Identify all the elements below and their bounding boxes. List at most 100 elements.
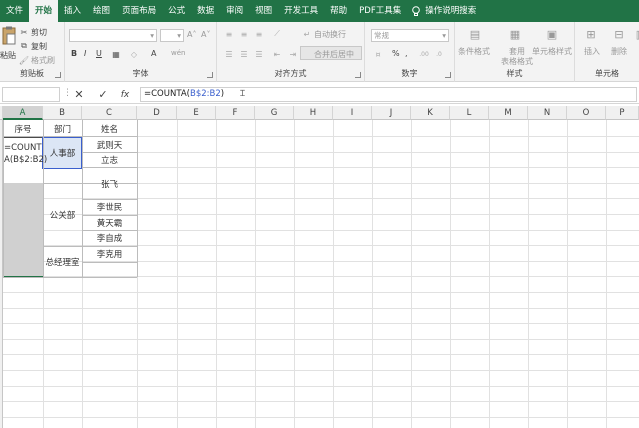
column-header-o[interactable]: O <box>567 106 606 120</box>
paste-button[interactable] <box>2 26 16 50</box>
increase-font-button[interactable]: A˄ <box>187 30 196 39</box>
align-left-icon[interactable]: ☰ <box>223 48 235 60</box>
name-box[interactable] <box>2 87 60 102</box>
menu-pdf-tools[interactable]: PDF工具集 <box>353 0 407 22</box>
format-table-sub: 表格格式 <box>501 57 533 66</box>
decrease-font-button[interactable]: A˅ <box>201 30 210 39</box>
column-header-a[interactable]: A <box>3 106 43 120</box>
column-header-g[interactable]: G <box>255 106 294 120</box>
number-format-dropdown[interactable]: 常规 ▾ <box>371 29 449 42</box>
phonetic-button[interactable]: wén <box>171 49 185 57</box>
border-icon[interactable]: ▦ <box>110 48 122 60</box>
column-header-n[interactable]: N <box>528 106 567 120</box>
grid-row-line <box>3 370 639 371</box>
cell-c1[interactable]: 姓名 <box>82 120 137 137</box>
currency-icon[interactable]: ¤ <box>372 48 384 60</box>
font-name-dropdown[interactable]: ▾ <box>69 29 157 42</box>
grid-row-line <box>3 308 639 309</box>
menu-bar: 文件 开始 插入 绘图 页面布局 公式 数据 审阅 视图 开发工具 帮助 PDF… <box>0 0 639 22</box>
decrease-decimal-icon[interactable]: .0 <box>433 48 445 60</box>
column-header-d[interactable]: D <box>137 106 177 120</box>
menu-draw[interactable]: 绘图 <box>87 0 116 22</box>
cell-styles-button[interactable]: 单元格样式 <box>532 46 572 57</box>
font-color-button[interactable]: A <box>151 49 156 58</box>
cell-c6[interactable]: 黄天霸 <box>82 215 137 230</box>
tell-me-search[interactable]: 操作说明搜索 <box>411 0 476 22</box>
align-bottom-icon[interactable]: ≡ <box>253 28 265 40</box>
menu-developer[interactable]: 开发工具 <box>278 0 324 22</box>
menu-review[interactable]: 审阅 <box>220 0 249 22</box>
menu-formulas[interactable]: 公式 <box>162 0 191 22</box>
cell-c2[interactable]: 武则天 <box>82 137 137 152</box>
worksheet[interactable]: A B C D E F G H I J K L M N O P 序号 部门 姓名… <box>0 106 639 428</box>
fill-color-icon[interactable]: ◇ <box>128 48 140 60</box>
column-header-f[interactable]: F <box>216 106 255 120</box>
insert-function-button[interactable]: fx <box>117 87 133 102</box>
clipboard-launcher-icon[interactable] <box>55 72 61 78</box>
column-header-c[interactable]: C <box>82 106 137 120</box>
font-launcher-icon[interactable] <box>207 72 213 78</box>
column-header-j[interactable]: J <box>372 106 411 120</box>
cell-a2-formula-line2: A(B$2:B2) <box>4 155 48 165</box>
alignment-group: ≡ ≡ ≡ ⟋ ☰ ☰ ☰ ⇤ ⇥ ↵ 自动换行 合并后居中 对齐方式 <box>217 22 365 82</box>
formula-input[interactable]: =COUNTA(B$2:B2) Ɪ <box>140 87 637 102</box>
column-header-m[interactable]: M <box>489 106 528 120</box>
menu-home[interactable]: 开始 <box>29 0 59 22</box>
merge-center-label: 合并后居中 <box>314 50 354 59</box>
grid-row-line <box>3 354 639 355</box>
cell-c4[interactable]: 张飞 <box>82 168 137 199</box>
copy-button[interactable]: 复制 <box>31 41 47 52</box>
menu-view[interactable]: 视图 <box>249 0 278 22</box>
percent-button[interactable]: % <box>392 49 400 58</box>
insert-cells-button[interactable]: 插入 <box>584 46 600 57</box>
clipboard-group: 粘贴 ✂ 剪切 ⧉ 复制 🖌 格式刷 剪贴板 <box>0 22 65 82</box>
column-header-e[interactable]: E <box>177 106 216 120</box>
menu-file[interactable]: 文件 <box>0 0 29 22</box>
cell-b5[interactable]: 公关部 <box>43 183 82 246</box>
column-header-k[interactable]: K <box>411 106 450 120</box>
increase-decimal-icon[interactable]: .00 <box>418 48 430 60</box>
align-center-icon[interactable]: ☰ <box>238 48 250 60</box>
cell-b2[interactable]: 人事部 <box>43 137 82 169</box>
column-header-l[interactable]: L <box>450 106 489 120</box>
format-painter-button[interactable]: 格式刷 <box>31 55 55 66</box>
merge-center-button[interactable]: 合并后居中 <box>300 46 362 60</box>
align-middle-icon[interactable]: ≡ <box>238 28 250 40</box>
chevron-down-icon: ▾ <box>177 31 181 40</box>
indent-icon[interactable]: ⇤ <box>271 48 283 60</box>
cell-a1[interactable]: 序号 <box>3 120 43 137</box>
column-header-h[interactable]: H <box>294 106 333 120</box>
comma-button[interactable]: , <box>405 49 408 58</box>
font-size-dropdown[interactable]: ▾ <box>160 29 184 42</box>
cancel-button[interactable]: ✕ <box>71 87 87 102</box>
column-header-i[interactable]: I <box>333 106 372 120</box>
menu-help[interactable]: 帮助 <box>324 0 353 22</box>
menu-data[interactable]: 数据 <box>191 0 220 22</box>
cell-c5[interactable]: 李世民 <box>82 199 137 215</box>
orientation-icon[interactable]: ⟋ <box>271 28 283 40</box>
underline-button[interactable]: U <box>96 49 102 58</box>
cell-c7[interactable]: 李自成 <box>82 230 137 246</box>
number-launcher-icon[interactable] <box>445 72 451 78</box>
bold-button[interactable]: B <box>71 49 77 58</box>
number-label: 数字 <box>401 69 418 78</box>
align-right-icon[interactable]: ☰ <box>253 48 265 60</box>
cell-b8[interactable]: 总经理室 <box>43 246 82 277</box>
alignment-launcher-icon[interactable] <box>355 72 361 78</box>
italic-button[interactable]: I <box>84 49 86 58</box>
align-top-icon[interactable]: ≡ <box>223 28 235 40</box>
cell-c8[interactable]: 李克用 <box>82 246 137 262</box>
delete-cells-button[interactable]: 删除 <box>611 46 627 57</box>
conditional-format-icon: ▤ <box>469 27 481 41</box>
column-header-p[interactable]: P <box>606 106 639 120</box>
conditional-format-button[interactable]: 条件格式 <box>458 46 490 57</box>
outdent-icon[interactable]: ⇥ <box>287 48 299 60</box>
menu-insert[interactable]: 插入 <box>58 0 87 22</box>
cell-b1[interactable]: 部门 <box>43 120 82 137</box>
menu-page-layout[interactable]: 页面布局 <box>116 0 162 22</box>
cut-button[interactable]: 剪切 <box>31 27 47 38</box>
enter-button[interactable]: ✓ <box>95 87 111 102</box>
wrap-text-button[interactable]: 自动换行 <box>314 29 346 40</box>
column-header-b[interactable]: B <box>43 106 82 120</box>
cell-c3[interactable]: 立志 <box>82 152 137 167</box>
